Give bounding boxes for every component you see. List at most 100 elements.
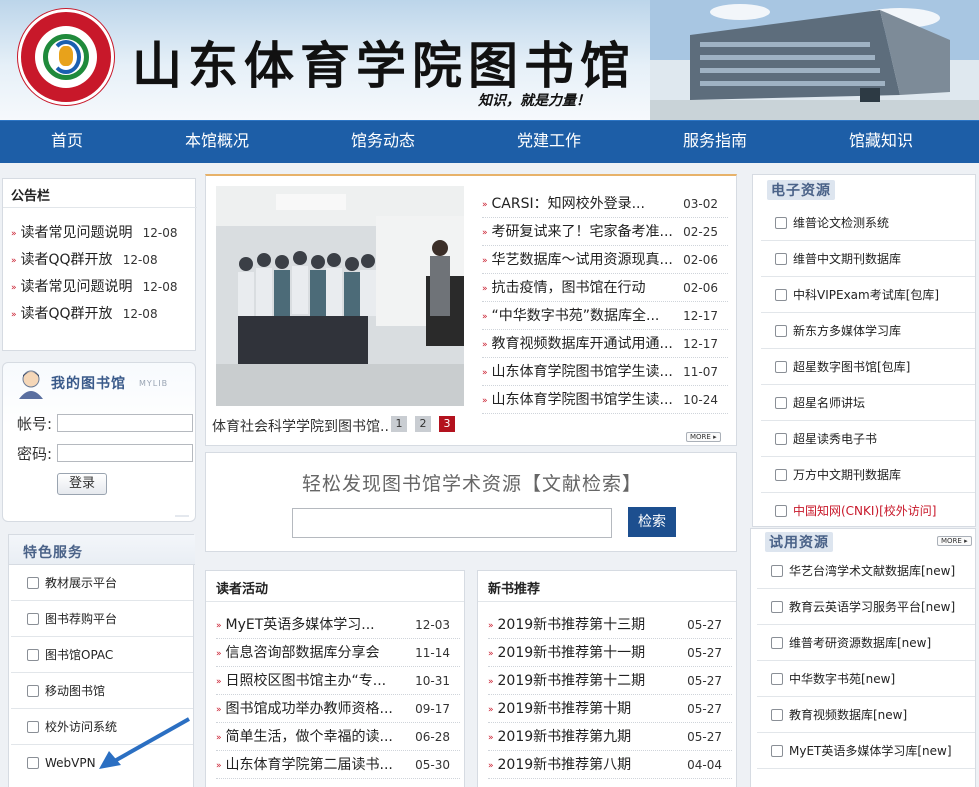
list-item[interactable]: 教材展示平台 [11, 565, 193, 601]
checkbox-icon [27, 612, 39, 625]
slide-page-3[interactable]: 3 [439, 416, 455, 432]
newbooks-list: » 2019新书推荐第十三期 05-27 » 2019新书推荐第十一期 05-27 » 2… [488, 611, 732, 787]
list-item[interactable]: 华艺台湾学术文献数据库[new] [757, 553, 975, 589]
nav-news[interactable]: 馆务动态 [328, 121, 438, 164]
list-item[interactable]: » 2019新书推荐第十三期 05-27 [488, 611, 732, 639]
nav-party[interactable]: 党建工作 [494, 121, 604, 164]
my-library-title: 我的图书馆 [51, 376, 126, 392]
checkbox-icon [27, 720, 39, 733]
checkbox-icon [771, 744, 783, 757]
list-item[interactable]: 新东方多媒体学习库 [761, 313, 975, 349]
my-library-subtitle: MYLIB [139, 379, 169, 388]
activities-panel: 读者活动 » MyET英语多媒体学习... 12-03 » 信息咨询部数据库分享会 11… [205, 570, 465, 787]
list-item[interactable]: 教育云英语学习服务平台[new] [757, 589, 975, 625]
list-item[interactable]: » 图书馆成功举办教师资格... 09-17 [216, 695, 460, 723]
notice-title: 公告栏 [11, 189, 51, 204]
activities-list: » MyET英语多媒体学习... 12-03 » 信息咨询部数据库分享会 11-14 »… [216, 611, 460, 787]
eresources-title: 电子资源 [767, 180, 835, 200]
slideshow-caption[interactable]: 体育社会科学学院到图书馆.. [212, 416, 389, 436]
list-item[interactable]: » 读者常见问题说明 12-08 [11, 273, 191, 301]
list-item[interactable]: » 山东体育学院第二届读书... 05-30 [216, 751, 460, 779]
list-item[interactable]: » 2019新书推荐第十一期 05-27 [488, 639, 732, 667]
search-button[interactable]: 检索 [628, 507, 676, 537]
notice-list: » 读者常见问题说明 12-08 » 读者QQ群开放 12-08 » 读者常见问题说明… [11, 219, 191, 331]
news-more-button[interactable]: MORE ▸ [686, 432, 721, 442]
list-item[interactable]: 维普中文期刊数据库 [761, 241, 975, 277]
checkbox-icon [27, 648, 39, 661]
list-item[interactable]: 超星名师讲坛 [761, 385, 975, 421]
checkbox-icon [775, 432, 787, 445]
account-input[interactable] [57, 414, 193, 432]
trial-more-button[interactable]: MORE ▸ [937, 536, 972, 546]
list-item[interactable]: » 教育视频数据库开通试用通... 12-17 [482, 330, 728, 358]
special-services-panel: 特色服务 教材展示平台 图书荐购平台 图书馆OPAC 移动图书馆 校外访问系统 … [8, 534, 195, 787]
news-slideshow-image[interactable] [216, 186, 464, 406]
list-item[interactable]: 图书馆OPAC [11, 637, 193, 673]
list-item[interactable]: » 信息咨询部数据库分享会 11-14 [216, 639, 460, 667]
slide-page-1[interactable]: 1 [391, 416, 407, 432]
nav-home[interactable]: 首页 [12, 121, 122, 164]
list-item[interactable]: » 山东体育学院图书馆学生读... 11-07 [482, 358, 728, 386]
password-input[interactable] [57, 444, 193, 462]
list-item[interactable]: » 山东体育学院图书馆学生读... 10-24 [482, 386, 728, 414]
checkbox-icon [771, 564, 783, 577]
nav-guide[interactable]: 服务指南 [660, 121, 770, 164]
pointer-arrow-icon [99, 717, 190, 769]
news-list: » CARSI：知网校外登录... 03-02 » 考研复试来了！宅家备考准... 02… [482, 190, 728, 414]
checkbox-icon [775, 216, 787, 229]
list-item[interactable]: 图书荐购平台 [11, 601, 193, 637]
account-label: 帐号: [17, 415, 53, 433]
list-item[interactable]: 超星数字图书馆[包库] [761, 349, 975, 385]
list-item[interactable]: » CARSI：知网校外登录... 03-02 [482, 190, 728, 218]
list-item[interactable]: » 抗击疫情，图书馆在行动 02-06 [482, 274, 728, 302]
list-item[interactable]: » 2019新书推荐第九期 05-27 [488, 723, 732, 751]
list-item[interactable]: » 读者QQ群开放 12-08 [11, 300, 191, 328]
checkbox-icon [775, 504, 787, 517]
list-item[interactable]: » 读者常见问题说明 12-08 [11, 219, 191, 247]
list-item[interactable]: 移动图书馆 [11, 673, 193, 709]
list-item[interactable]: » 考研复试来了！宅家备考准... 02-25 [482, 218, 728, 246]
list-item[interactable]: » “中华数字书苑”数据库全... 12-17 [482, 302, 728, 330]
list-item[interactable]: 教育视频数据库[new] [757, 697, 975, 733]
site-header: 山东体育学院图书馆 知识，就是力量！ [0, 0, 979, 120]
list-item[interactable]: » 2019新书推荐第八期 04-04 [488, 751, 732, 779]
university-logo[interactable] [18, 9, 114, 105]
list-item[interactable]: 中华数字书苑[new] [757, 661, 975, 697]
checkbox-icon [775, 468, 787, 481]
site-title: 山东体育学院图书馆 [132, 36, 636, 95]
slide-page-2[interactable]: 2 [415, 416, 431, 432]
checkbox-icon [27, 756, 39, 769]
news-panel: 体育社会科学学院到图书馆.. 1 2 3 » CARSI：知网校外登录... 03-… [205, 174, 737, 446]
nav-about[interactable]: 本馆概况 [162, 121, 272, 164]
cnki-remote-item[interactable]: 中国知网(CNKI)[校外访问] [761, 493, 975, 529]
notice-panel: 公告栏 » 读者常见问题说明 12-08 » 读者QQ群开放 12-08 » 读者常见… [2, 178, 197, 351]
login-button[interactable]: 登录 [57, 473, 107, 495]
logo-ring [59, 46, 73, 66]
checkbox-icon [775, 324, 787, 337]
list-item[interactable]: » 简单生活，做个幸福的读... 06-28 [216, 723, 460, 751]
checkbox-icon [27, 684, 39, 697]
search-panel: 轻松发现图书馆学术资源【文献检索】 检索 [205, 452, 737, 552]
list-item[interactable]: 维普论文检测系统 [761, 205, 975, 241]
search-input[interactable] [292, 508, 612, 538]
checkbox-icon [771, 672, 783, 685]
list-item[interactable]: » MyET英语多媒体学习... 12-03 [216, 611, 460, 639]
my-library-panel: 我的图书馆 MYLIB 帐号: 密码: 登录 [2, 362, 196, 522]
list-item[interactable]: » 读者QQ群开放 12-08 [11, 246, 191, 274]
list-item[interactable]: » 日照校区图书馆主办“专... 10-31 [216, 667, 460, 695]
list-item[interactable]: 超星读秀电子书 [761, 421, 975, 457]
list-item[interactable]: 中科VIPExam考试库[包库] [761, 277, 975, 313]
list-item[interactable]: » 2019新书推荐第十期 05-27 [488, 695, 732, 723]
list-item[interactable]: » 华艺数据库～试用资源现真... 02-06 [482, 246, 728, 274]
list-item[interactable]: » 2019新书推荐第十二期 05-27 [488, 667, 732, 695]
checkbox-icon [771, 708, 783, 721]
list-item[interactable]: 万方中文期刊数据库 [761, 457, 975, 493]
list-item[interactable]: 维普考研资源数据库[new] [757, 625, 975, 661]
list-item[interactable]: MyET英语多媒体学习库[new] [757, 733, 975, 769]
trial-list: 华艺台湾学术文献数据库[new] 教育云英语学习服务平台[new] 维普考研资源… [757, 553, 975, 787]
eresources-list: 维普论文检测系统 维普中文期刊数据库 中科VIPExam考试库[包库] 新东方多… [761, 205, 975, 529]
checkbox-icon [771, 636, 783, 649]
checkbox-icon [27, 576, 39, 589]
nav-collection[interactable]: 馆藏知识 [826, 121, 936, 164]
library-building-image [650, 0, 979, 120]
